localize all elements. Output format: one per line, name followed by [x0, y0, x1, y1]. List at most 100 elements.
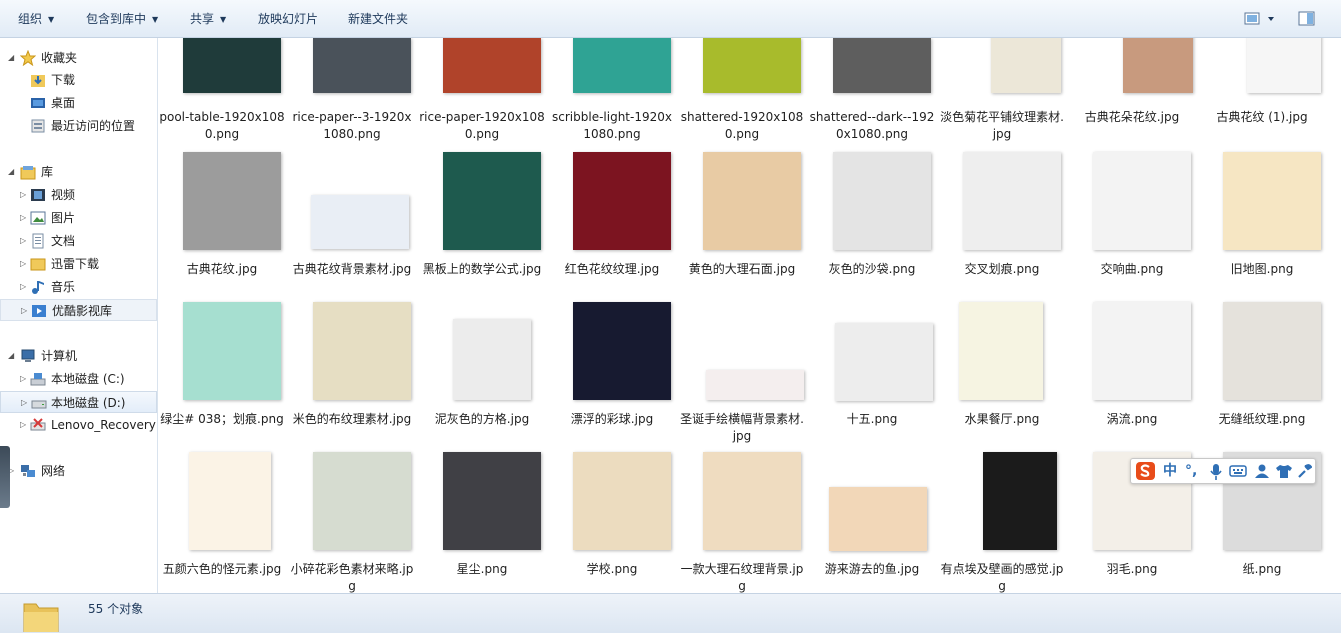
expand-icon[interactable]: ▷	[21, 300, 27, 322]
file-thumbnail	[183, 302, 281, 400]
nav-label: 下载	[51, 73, 76, 87]
file-thumbnail	[313, 38, 411, 93]
keyboard-icon[interactable]	[1229, 464, 1247, 483]
file-name: 有点埃及壁画的感觉.jpg	[940, 562, 1064, 593]
nav-label: 文档	[51, 234, 76, 248]
nav-drive-d[interactable]: ▷ 本地磁盘 (D:)	[0, 391, 157, 413]
organize-button[interactable]: 组织 ▼	[18, 0, 54, 38]
expand-icon[interactable]: ▷	[21, 392, 27, 414]
sogou-logo-icon	[1135, 461, 1157, 486]
navigation-pane: ◢ 收藏夹 下载 桌面 最近访问的位置 ◢ 库 ▷ 视频 ▷ 图片 ▷ 文档 ▷…	[0, 38, 158, 593]
recovery-drive-icon	[30, 417, 46, 433]
nav-favorites[interactable]: ◢ 收藏夹	[0, 47, 157, 69]
nav-label: Lenovo_Recovery (	[51, 418, 158, 432]
file-thumbnail	[703, 38, 801, 93]
nav-network[interactable]: ▷ 网络	[0, 460, 157, 482]
file-name: 羽毛.png	[1106, 562, 1158, 576]
ime-chinese-mode[interactable]: 中	[1163, 462, 1177, 480]
file-name: 米色的布纹理素材.jpg	[292, 412, 412, 426]
expand-icon[interactable]: ▷	[20, 184, 26, 206]
file-name: rice-paper--3-1920x1080.png	[292, 110, 412, 141]
expand-icon[interactable]: ▷	[20, 368, 26, 390]
file-thumbnail	[1123, 38, 1193, 93]
file-name: 古典花纹 (1).jpg	[1216, 110, 1308, 124]
file-thumbnail	[1093, 152, 1191, 250]
nav-label: 计算机	[41, 349, 78, 363]
file-thumbnail	[573, 38, 671, 93]
file-thumbnail	[959, 302, 1043, 400]
file-name: 小碎花彩色素材来略.jpg	[290, 562, 414, 593]
expand-icon[interactable]: ▷	[20, 207, 26, 229]
nav-documents[interactable]: ▷ 文档	[0, 230, 157, 252]
file-thumbnail	[313, 302, 411, 400]
share-button[interactable]: 共享 ▼	[190, 0, 226, 38]
file-name: 红色花纹纹理.jpg	[564, 262, 660, 276]
nav-recent-places[interactable]: 最近访问的位置	[0, 115, 157, 137]
nav-computer[interactable]: ◢ 计算机	[0, 345, 157, 367]
nav-desktop[interactable]: 桌面	[0, 92, 157, 114]
file-name: 无缝纸纹理.png	[1218, 412, 1306, 426]
file-thumbnail	[1247, 38, 1321, 93]
ime-toolbar[interactable]: 中 °,	[1130, 458, 1316, 484]
collapse-icon[interactable]: ◢	[8, 47, 14, 69]
nav-thunder-downloads[interactable]: ▷ 迅雷下载	[0, 253, 157, 275]
ime-punctuation-mode[interactable]: °,	[1185, 462, 1197, 480]
nav-libraries[interactable]: ◢ 库	[0, 161, 157, 183]
file-list: pool-table-1920x1080.png rice-paper--3-19…	[159, 38, 1341, 593]
nav-lenovo-recovery[interactable]: ▷ Lenovo_Recovery (	[0, 414, 157, 436]
preview-pane-button[interactable]	[1297, 9, 1317, 29]
file-thumbnail	[991, 38, 1061, 93]
expand-icon[interactable]: ▷	[20, 276, 26, 298]
nav-music[interactable]: ▷ 音乐	[0, 276, 157, 298]
recent-places-icon	[30, 118, 46, 134]
new-folder-label: 新建文件夹	[348, 12, 409, 26]
file-name: 黄色的大理石面.jpg	[688, 262, 796, 276]
file-name: 古典花纹背景素材.jpg	[292, 262, 412, 276]
new-folder-button[interactable]: 新建文件夹	[348, 0, 408, 38]
expand-icon[interactable]: ▷	[20, 230, 26, 252]
nav-videos[interactable]: ▷ 视频	[0, 184, 157, 206]
video-icon	[30, 187, 46, 203]
nav-downloads[interactable]: 下载	[0, 69, 157, 91]
user-icon[interactable]	[1253, 463, 1271, 484]
file-thumbnail	[573, 302, 671, 400]
file-thumbnail	[703, 452, 801, 550]
file-name: 淡色菊花平铺纹理素材.jpg	[940, 110, 1064, 141]
file-thumbnail	[443, 452, 541, 550]
expand-icon[interactable]: ▷	[20, 414, 26, 436]
music-icon	[30, 279, 46, 295]
side-dock-handle[interactable]	[0, 446, 10, 508]
file-thumbnail	[183, 152, 281, 250]
file-name: shattered-1920x1080.png	[680, 110, 804, 141]
nav-youku-library[interactable]: ▷ 优酷影视库	[0, 299, 157, 321]
nav-drive-c[interactable]: ▷ 本地磁盘 (C:)	[0, 368, 157, 390]
nav-label: 收藏夹	[41, 51, 78, 65]
nav-label: 图片	[51, 211, 76, 225]
file-name: 漂浮的彩球.jpg	[570, 412, 654, 426]
collapse-icon[interactable]: ◢	[8, 345, 14, 367]
downloads-folder-icon	[30, 72, 46, 88]
file-name: shattered--dark--1920x1080.png	[809, 110, 935, 141]
file-name: 十五.png	[846, 412, 898, 426]
file-name: 黑板上的数学公式.jpg	[422, 262, 542, 276]
nav-pictures[interactable]: ▷ 图片	[0, 207, 157, 229]
change-view-button[interactable]	[1243, 9, 1279, 29]
collapse-icon[interactable]: ◢	[8, 161, 14, 183]
include-in-library-button[interactable]: 包含到库中 ▼	[86, 0, 158, 38]
settings-wrench-icon[interactable]	[1296, 463, 1313, 484]
file-name: 古典花朵花纹.jpg	[1084, 110, 1180, 124]
file-thumbnail	[703, 152, 801, 250]
pictures-icon	[30, 210, 46, 226]
status-bar: 55 个对象	[0, 593, 1341, 633]
expand-icon[interactable]: ▷	[20, 253, 26, 275]
file-thumbnail	[313, 452, 411, 550]
file-thumbnail	[573, 152, 671, 250]
nav-label: 网络	[41, 464, 66, 478]
slideshow-label: 放映幻灯片	[258, 12, 319, 26]
microphone-icon[interactable]	[1209, 463, 1223, 486]
slideshow-button[interactable]: 放映幻灯片	[258, 0, 318, 38]
file-thumbnail	[443, 152, 541, 250]
skin-shirt-icon[interactable]	[1275, 463, 1293, 484]
file-name: 一款大理石纹理背景.jpg	[680, 562, 804, 593]
computer-icon	[20, 348, 36, 364]
